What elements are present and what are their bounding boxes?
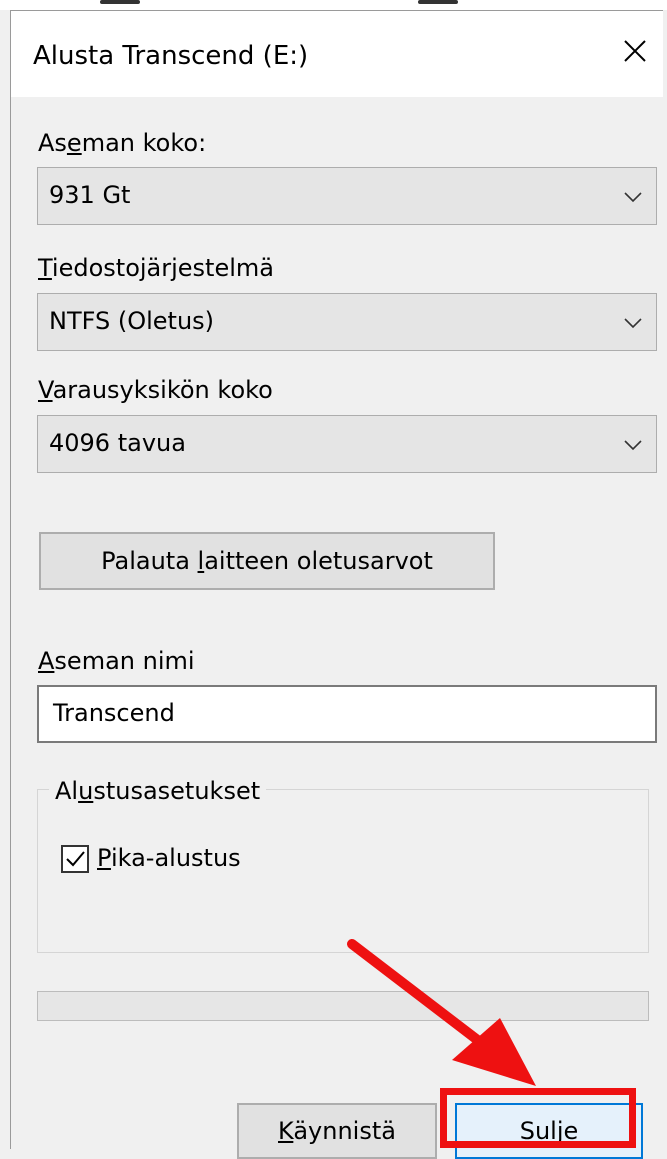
chevron-down-icon bbox=[624, 192, 642, 203]
allocation-value: 4096 tavua bbox=[49, 429, 186, 457]
capacity-value: 931 Gt bbox=[49, 181, 131, 209]
volume-name-value: Transcend bbox=[53, 699, 175, 727]
background-mark bbox=[418, 0, 458, 4]
filesystem-label: Tiedostojärjestelmä bbox=[38, 254, 274, 282]
format-options-title: Alustusasetukset bbox=[49, 777, 267, 805]
background-strip bbox=[0, 0, 667, 10]
format-progress-bar bbox=[37, 991, 649, 1021]
allocation-select[interactable]: 4096 tavua bbox=[37, 415, 657, 473]
close-icon[interactable] bbox=[615, 31, 655, 71]
filesystem-select[interactable]: NTFS (Oletus) bbox=[37, 293, 657, 351]
start-button[interactable]: Käynnistä bbox=[237, 1103, 437, 1159]
format-dialog: Alusta Transcend (E:) Aseman koko: 931 G… bbox=[10, 10, 663, 1159]
dialog-title: Alusta Transcend (E:) bbox=[33, 41, 309, 71]
capacity-label: Aseman koko: bbox=[38, 129, 207, 157]
title-bar: Alusta Transcend (E:) bbox=[11, 11, 663, 97]
filesystem-value: NTFS (Oletus) bbox=[49, 307, 215, 335]
check-icon bbox=[66, 851, 85, 867]
allocation-label: Varausyksikön koko bbox=[38, 376, 273, 404]
quick-format-label[interactable]: Pika-alustus bbox=[97, 844, 241, 872]
highlight-box bbox=[440, 1088, 636, 1148]
restore-defaults-button[interactable]: Palauta laitteen oletusarvot bbox=[39, 532, 495, 590]
chevron-down-icon bbox=[624, 318, 642, 329]
volume-label: Aseman nimi bbox=[38, 647, 195, 675]
volume-name-input[interactable]: Transcend bbox=[37, 685, 657, 743]
chevron-down-icon bbox=[624, 440, 642, 451]
background-mark bbox=[100, 0, 140, 4]
capacity-select[interactable]: 931 Gt bbox=[37, 167, 657, 225]
quick-format-checkbox[interactable] bbox=[61, 845, 89, 873]
